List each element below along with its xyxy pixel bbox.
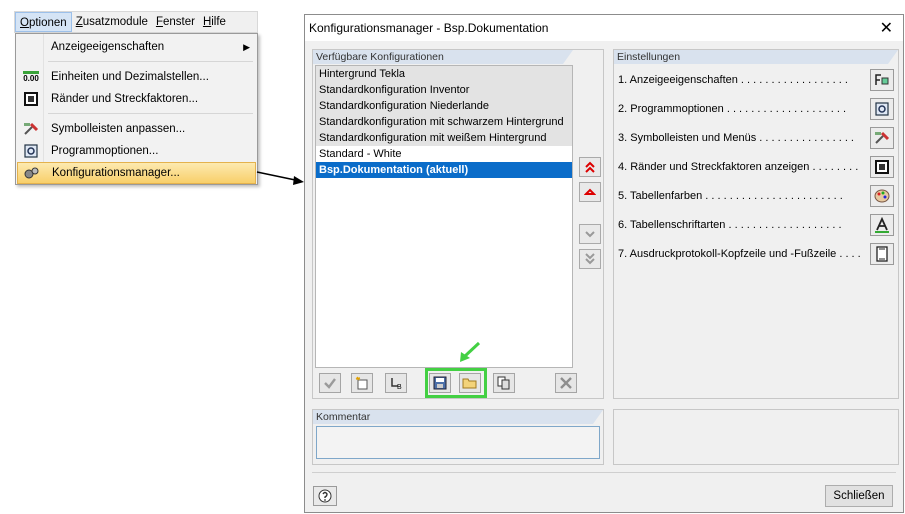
margins-button[interactable]: [870, 156, 894, 178]
menu-zusatzmodule[interactable]: Zusatzmodule: [72, 12, 152, 32]
save-icon: [433, 376, 447, 390]
save-configuration-button[interactable]: [429, 373, 451, 393]
new-document-icon: [355, 376, 368, 390]
list-item[interactable]: Standardkonfiguration mit schwarzem Hint…: [316, 114, 572, 130]
dropdown-separator: [48, 61, 253, 62]
list-item-selected[interactable]: Bsp.Dokumentation (aktuell): [316, 162, 572, 178]
dialog-titlebar: Konfigurationsmanager - Bsp.Dokumentatio…: [305, 15, 903, 41]
setting-row: 6. Tabellenschriftarten . . . . . . . . …: [618, 214, 894, 236]
program-options-icon: [24, 144, 38, 158]
move-to-bottom-button[interactable]: [579, 249, 601, 269]
apply-button[interactable]: [319, 373, 341, 393]
dropdown-item-programmoptionen[interactable]: Programmoptionen...: [17, 140, 256, 162]
submenu-arrow-icon: ▶: [243, 41, 250, 52]
page-icon: [876, 246, 888, 262]
list-item[interactable]: Standardkonfiguration Niederlande: [316, 98, 572, 114]
setting-row: 7. Ausdruckprotokoll-Kopfzeile und -Fußz…: [618, 243, 894, 265]
available-configurations-title: Verfügbare Konfigurationen: [313, 50, 573, 64]
menu-fenster[interactable]: Fenster: [152, 12, 199, 32]
double-up-arrow-icon: [585, 161, 595, 173]
checkmark-icon: [324, 378, 336, 389]
setting-row: 3. Symbolleisten und Menüs . . . . . . .…: [618, 127, 894, 149]
close-button[interactable]: Schließen: [825, 485, 893, 507]
annotation-arrow: [256, 171, 304, 185]
units-icon: 0.00: [23, 71, 39, 83]
palette-icon: [874, 189, 890, 203]
menu-bar: Optionen Zusatzmodule Fenster Hilfe: [14, 11, 258, 33]
settings-title: Einstellungen: [614, 50, 898, 64]
settings-panel: Einstellungen 1. Anzeigeeigenschaften . …: [613, 49, 899, 399]
up-arrow-icon: [584, 188, 596, 195]
dropdown-separator: [48, 113, 253, 114]
setting-row: 5. Tabellenfarben . . . . . . . . . . . …: [618, 185, 894, 207]
toolbar-icon: [875, 131, 890, 144]
move-to-top-button[interactable]: [579, 157, 601, 177]
display-properties-icon: [875, 74, 889, 85]
menu-optionen[interactable]: Optionen: [15, 12, 72, 32]
configuration-manager-icon: [24, 167, 39, 179]
setting-row: 1. Anzeigeeigenschaften . . . . . . . . …: [618, 69, 894, 91]
rename-icon: B: [391, 378, 402, 390]
copy-icon: [497, 376, 510, 390]
divider: [312, 472, 896, 473]
menu-hilfe[interactable]: Hilfe: [199, 12, 230, 32]
down-arrow-icon: [585, 231, 595, 238]
close-icon[interactable]: ✕: [880, 18, 893, 38]
empty-info-panel: [613, 409, 899, 465]
open-configuration-button[interactable]: [459, 373, 481, 393]
svg-text:B: B: [397, 384, 402, 390]
table-fonts-button[interactable]: [870, 214, 894, 236]
setting-row: 2. Programmoptionen . . . . . . . . . . …: [618, 98, 894, 120]
dropdown-item-raender[interactable]: Ränder und Streckfaktoren...: [17, 88, 256, 110]
rename-configuration-button[interactable]: B: [385, 373, 407, 393]
program-options-button[interactable]: [870, 98, 894, 120]
comment-title: Kommentar: [313, 410, 603, 424]
help-button[interactable]: [313, 486, 337, 506]
configuration-manager-dialog: Konfigurationsmanager - Bsp.Dokumentatio…: [304, 14, 904, 513]
delete-configuration-button[interactable]: [555, 373, 577, 393]
copy-configuration-button[interactable]: [493, 373, 515, 393]
setting-row: 4. Ränder und Streckfaktoren anzeigen . …: [618, 156, 894, 178]
green-annotation-arrow: [460, 341, 481, 362]
display-properties-button[interactable]: [870, 69, 894, 91]
toolbar-customize-icon: [24, 122, 39, 135]
help-icon: [318, 489, 332, 503]
comment-panel: Kommentar: [312, 409, 604, 465]
margins-icon: [24, 92, 38, 106]
double-down-arrow-icon: [585, 253, 595, 265]
move-up-button[interactable]: [579, 182, 601, 202]
comment-field[interactable]: [316, 426, 600, 459]
header-footer-button[interactable]: [870, 243, 894, 265]
dropdown-item-konfigurationsmanager[interactable]: Konfigurationsmanager...: [17, 162, 256, 184]
dropdown-item-anzeigeeigenschaften[interactable]: Anzeigeeigenschaften ▶: [17, 36, 256, 58]
dropdown-item-symbolleisten[interactable]: Symbolleisten anpassen...: [17, 118, 256, 140]
font-icon: [875, 217, 889, 233]
toolbars-menus-button[interactable]: [870, 127, 894, 149]
list-item[interactable]: Standardkonfiguration Inventor: [316, 82, 572, 98]
dropdown-item-einheiten[interactable]: 0.00 Einheiten und Dezimalstellen...: [17, 66, 256, 88]
optionen-dropdown: Anzeigeeigenschaften ▶ 0.00 Einheiten un…: [15, 33, 258, 185]
list-item[interactable]: Standardkonfiguration mit weißem Hinterg…: [316, 130, 572, 146]
dialog-title: Konfigurationsmanager - Bsp.Dokumentatio…: [309, 21, 549, 35]
table-colors-button[interactable]: [870, 185, 894, 207]
margins-icon: [875, 160, 889, 174]
folder-open-icon: [462, 378, 477, 389]
program-options-icon: [875, 102, 889, 116]
list-item[interactable]: Hintergrund Tekla: [316, 66, 572, 82]
configurations-list[interactable]: Hintergrund Tekla Standardkonfiguration …: [315, 65, 573, 368]
list-item[interactable]: Standard - White: [316, 146, 572, 162]
move-down-button[interactable]: [579, 224, 601, 244]
delete-icon: [560, 377, 572, 389]
new-configuration-button[interactable]: [351, 373, 373, 393]
